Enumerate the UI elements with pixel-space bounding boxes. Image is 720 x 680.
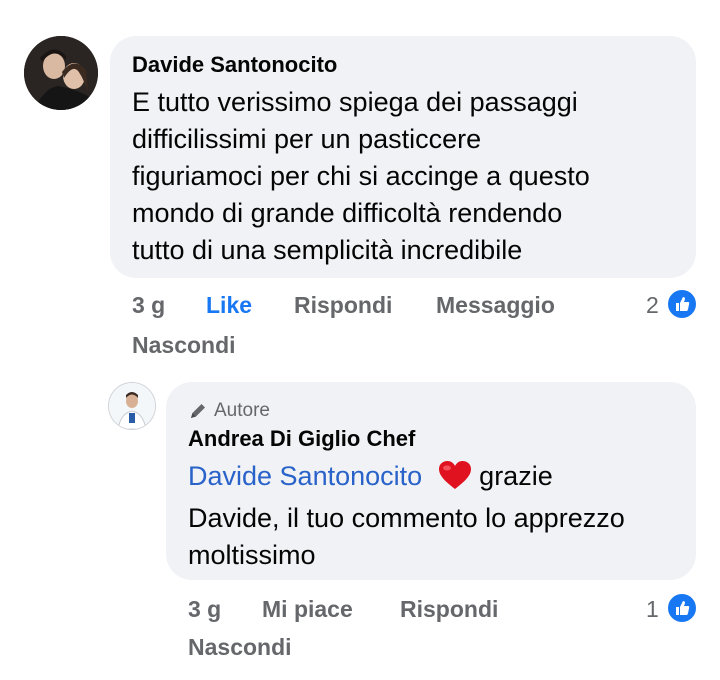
reaction-count[interactable]: 2: [646, 292, 659, 319]
hide-button[interactable]: Nascondi: [188, 634, 292, 661]
comment-text-line: figuriamoci per chi si accinge a questo: [132, 161, 590, 191]
red-heart-emoji: [438, 460, 472, 500]
reply-text-rest: grazie: [471, 461, 553, 491]
author-badge-label: Autore: [214, 400, 270, 421]
like-button[interactable]: Like: [206, 292, 252, 319]
reply-button[interactable]: Rispondi: [294, 292, 392, 319]
avatar-photo: [109, 383, 155, 429]
author-badge: Autore: [188, 400, 270, 422]
reply-author-name[interactable]: Andrea Di Giglio Chef: [188, 426, 415, 452]
reply-text-line: moltissimo: [188, 540, 316, 570]
comment-bubble: Davide Santonocito E tutto verissimo spi…: [110, 36, 696, 278]
reply-text-line: Davide, il tuo commento lo apprezzo: [188, 503, 625, 533]
reply-text-line: Davide Santonocito grazie: [188, 458, 625, 500]
heart-icon: [438, 461, 471, 489]
comment-text-line: E tutto verissimo spiega dei passaggi: [132, 87, 578, 117]
reaction-count[interactable]: 1: [646, 596, 659, 623]
reply-text: Davide Santonocito grazie Davide, il tuo…: [188, 458, 625, 574]
thumbs-up-glyph: [676, 297, 690, 311]
avatar-davide[interactable]: [24, 36, 98, 110]
comment-text: E tutto verissimo spiega dei passaggi di…: [132, 84, 590, 269]
avatar-photo: [24, 36, 98, 110]
thumbs-up-icon[interactable]: [666, 592, 698, 624]
comment-text-line: mondo di grande difficoltà rendendo: [132, 198, 563, 228]
mention-link[interactable]: Davide Santonocito: [188, 461, 422, 491]
thumbs-up-icon[interactable]: [666, 288, 698, 320]
comment-timestamp[interactable]: 3 g: [132, 292, 165, 319]
avatar-andrea[interactable]: [108, 382, 156, 430]
like-button[interactable]: Mi piace: [262, 596, 353, 623]
pencil-icon: [191, 404, 205, 418]
reply-timestamp[interactable]: 3 g: [188, 596, 221, 623]
thumbs-up-glyph: [676, 601, 690, 615]
comment-text-line: tutto di una semplicità incredibile: [132, 235, 523, 265]
comment-author-name[interactable]: Davide Santonocito: [132, 52, 337, 78]
reply-button[interactable]: Rispondi: [400, 596, 498, 623]
reply-bubble: Autore Andrea Di Giglio Chef Davide Sant…: [166, 382, 696, 580]
hide-button[interactable]: Nascondi: [132, 332, 236, 359]
comment-text-line: difficilissimi per un pasticcere: [132, 124, 482, 154]
message-button[interactable]: Messaggio: [436, 292, 555, 319]
